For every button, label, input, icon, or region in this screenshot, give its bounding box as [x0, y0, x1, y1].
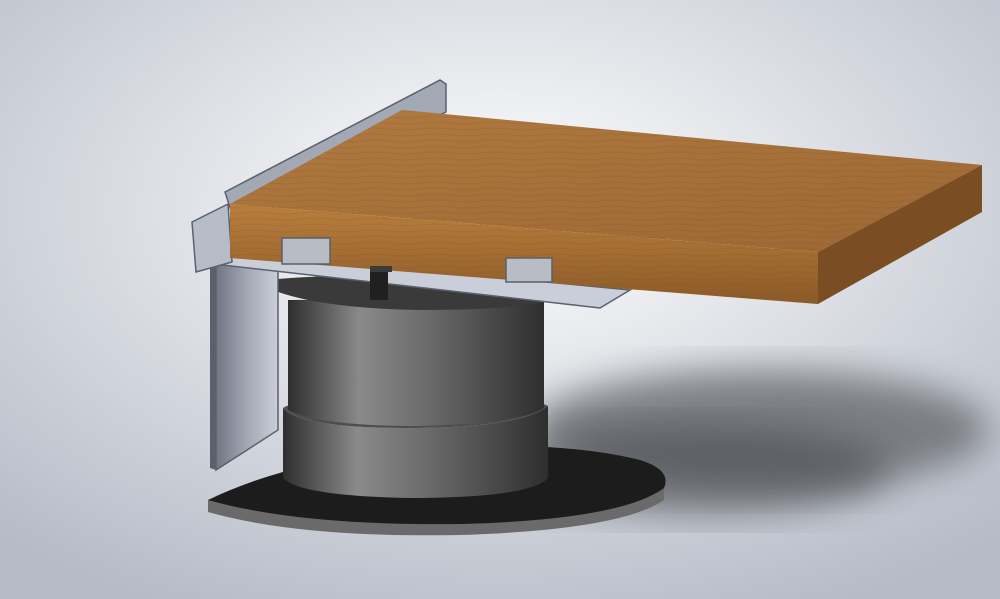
pedestal-pin-top	[370, 266, 392, 272]
pedestal-upper-cylinder	[288, 298, 544, 426]
cad-render-scene	[0, 0, 1000, 599]
metal-clip-left	[281, 237, 331, 265]
render-svg	[0, 0, 1000, 599]
metal-clip-right	[505, 257, 553, 283]
pedestal-pin	[370, 268, 388, 300]
metal-vertical-plate-edge	[210, 262, 216, 470]
